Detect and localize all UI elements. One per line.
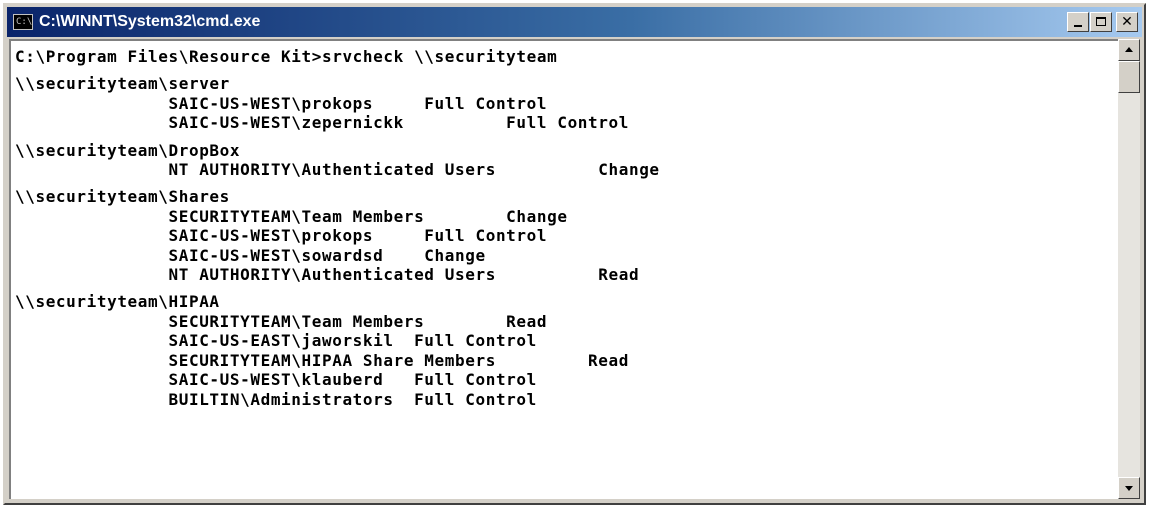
share-header: \\securityteam\DropBox: [15, 140, 241, 160]
cmd-window: C:\ C:\WINNT\System32\cmd.exe ✕ C:\Progr…: [3, 3, 1146, 505]
share-header: \\securityteam\server: [15, 74, 230, 94]
scroll-up-arrow-icon: [1125, 47, 1133, 52]
prompt-line: C:\Program Files\Resource Kit>srvcheck \…: [15, 47, 558, 66]
permission-line: SECURITYTEAM\Team Members Read: [15, 311, 548, 331]
permission-line: NT AUTHORITY\Authenticated Users Change: [15, 160, 660, 180]
permission-line: SECURITYTEAM\HIPAA Share Members Read: [15, 350, 629, 370]
permission-line: SECURITYTEAM\Team Members Change: [15, 206, 568, 226]
console-output[interactable]: C:\Program Files\Resource Kit>srvcheck \…: [9, 39, 1118, 499]
minimize-icon: [1074, 25, 1082, 27]
scroll-up-button[interactable]: [1118, 39, 1140, 61]
permission-line: BUILTIN\Administrators Full Control: [15, 389, 537, 409]
maximize-icon: [1096, 17, 1106, 26]
permission-line: SAIC-US-EAST\jaworskil Full Control: [15, 331, 537, 351]
scroll-down-button[interactable]: [1118, 477, 1140, 499]
permission-line: SAIC-US-WEST\klauberd Full Control: [15, 370, 537, 390]
share-header: \\securityteam\HIPAA: [15, 292, 220, 312]
share-header: \\securityteam\Shares: [15, 187, 230, 207]
vertical-scrollbar[interactable]: [1118, 39, 1140, 499]
close-button[interactable]: ✕: [1116, 12, 1138, 32]
cmd-console-icon[interactable]: C:\: [13, 14, 33, 30]
maximize-button[interactable]: [1090, 12, 1112, 32]
permission-line: SAIC-US-WEST\zepernickk Full Control: [15, 113, 629, 133]
scrollbar-thumb[interactable]: [1118, 61, 1140, 93]
permission-line: SAIC-US-WEST\prokops Full Control: [15, 93, 548, 113]
title-bar[interactable]: C:\ C:\WINNT\System32\cmd.exe ✕: [7, 7, 1142, 37]
window-controls: ✕: [1066, 12, 1138, 32]
permission-line: SAIC-US-WEST\sowardsd Change: [15, 245, 486, 265]
permission-line: NT AUTHORITY\Authenticated Users Read: [15, 265, 640, 285]
permission-line: SAIC-US-WEST\prokops Full Control: [15, 226, 548, 246]
close-icon: ✕: [1121, 14, 1133, 30]
console-text: C:\Program Files\Resource Kit>srvcheck \…: [11, 41, 1118, 415]
scroll-down-arrow-icon: [1125, 486, 1133, 491]
minimize-button[interactable]: [1067, 12, 1089, 32]
window-title: C:\WINNT\System32\cmd.exe: [39, 13, 261, 30]
